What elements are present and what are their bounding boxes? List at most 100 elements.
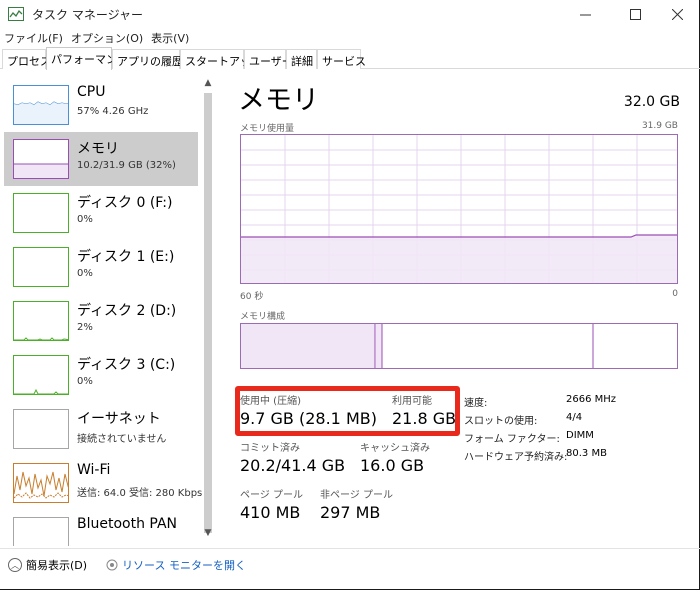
memory-usage-chart bbox=[241, 135, 677, 283]
disk-thumbnail-graph bbox=[13, 247, 69, 287]
sidebar-item-ethernet[interactable]: イーサネット 接続されていません bbox=[4, 402, 198, 456]
sidebar-item-bluetooth-pan[interactable]: Bluetooth PAN bbox=[4, 510, 198, 546]
sidebar-item-disk-1[interactable]: ディスク 1 (E:) 0% bbox=[4, 240, 198, 294]
sidebar-item-detail: 接続されていません bbox=[77, 434, 167, 445]
memory-composition-chart bbox=[241, 324, 594, 368]
sidebar-item-label: CPU bbox=[77, 84, 106, 100]
maximize-button[interactable] bbox=[612, 0, 658, 28]
hardware-reserved-value: 80.3 MB bbox=[566, 448, 607, 459]
cpu-mini-chart bbox=[14, 101, 68, 124]
menu-view[interactable]: 表示(V) bbox=[147, 28, 193, 48]
resource-monitor-label: リソース モニターを開く bbox=[122, 559, 246, 572]
sidebar-item-label: Bluetooth PAN bbox=[77, 516, 178, 532]
form-factor-value: DIMM bbox=[566, 430, 594, 441]
wifi-mini-chart bbox=[14, 471, 68, 499]
sidebar-item-memory[interactable]: メモリ 10.2/31.9 GB (32%) bbox=[4, 132, 198, 186]
task-manager-window: タスク マネージャー ファイル(F) オプション(O) 表示(V) プロセス パ… bbox=[0, 0, 700, 590]
wifi-thumbnail-graph bbox=[13, 463, 69, 503]
fewer-details-button[interactable]: ︿ 簡易表示(D) bbox=[8, 557, 87, 573]
scroll-thumb[interactable] bbox=[204, 93, 212, 533]
bluetooth-thumbnail-graph bbox=[13, 517, 69, 546]
sidebar-item-detail: 0% bbox=[77, 376, 93, 387]
composition-label: メモリ構成 bbox=[240, 312, 286, 322]
tab-app-history[interactable]: アプリの履歴 bbox=[112, 49, 183, 69]
sidebar-item-disk-2[interactable]: ディスク 2 (D:) 2% bbox=[4, 294, 198, 348]
paged-pool-label: ページ プール bbox=[240, 490, 303, 501]
page-title: メモリ bbox=[238, 85, 319, 116]
title-bar: タスク マネージャー bbox=[0, 0, 700, 28]
sidebar-item-detail: 0% bbox=[77, 268, 93, 279]
disk-mini-chart bbox=[14, 388, 68, 394]
speed-label: 速度: bbox=[464, 398, 488, 409]
sidebar-item-detail: 2% bbox=[77, 322, 93, 333]
memory-composition-bar bbox=[240, 323, 678, 369]
tab-services[interactable]: サービス bbox=[317, 49, 366, 69]
memory-detail-panel: メモリ 32.0 GB メモリ使用量 31.9 GB 60 秒 0 メモリ構成 … bbox=[224, 70, 694, 540]
sidebar-item-label: ディスク 3 (C:) bbox=[77, 357, 176, 373]
menu-file[interactable]: ファイル(F) bbox=[0, 28, 67, 48]
task-manager-icon bbox=[8, 7, 24, 21]
nonpaged-pool-label: 非ページ プール bbox=[320, 490, 393, 501]
sidebar-item-detail: 0% bbox=[77, 214, 93, 225]
sidebar-item-detail: 10.2/31.9 GB (32%) bbox=[77, 160, 176, 171]
tab-startup[interactable]: スタートアップ bbox=[180, 49, 262, 69]
graph-time-left: 60 秒 bbox=[240, 292, 264, 302]
committed-label: コミット済み bbox=[240, 443, 300, 454]
tab-processes[interactable]: プロセス bbox=[2, 49, 51, 69]
sidebar-item-label: Wi-Fi bbox=[77, 462, 111, 478]
disk-thumbnail-graph bbox=[13, 301, 69, 341]
paged-pool-value: 410 MB bbox=[240, 503, 301, 522]
scroll-down-arrow-icon[interactable]: ▼ bbox=[201, 528, 215, 542]
fewer-details-label: 簡易表示(D) bbox=[26, 559, 88, 572]
usage-graph-label: メモリ使用量 bbox=[240, 124, 295, 134]
tab-users[interactable]: ユーザー bbox=[244, 49, 293, 69]
slots-value: 4/4 bbox=[566, 412, 583, 423]
disk-thumbnail-graph bbox=[13, 193, 69, 233]
scroll-up-arrow-icon[interactable]: ▲ bbox=[201, 78, 215, 92]
sidebar-item-label: メモリ bbox=[77, 141, 119, 157]
resource-monitor-icon bbox=[106, 559, 118, 571]
menu-bar: ファイル(F) オプション(O) 表示(V) bbox=[0, 28, 193, 48]
disk-thumbnail-graph bbox=[13, 355, 69, 395]
menu-options[interactable]: オプション(O) bbox=[67, 28, 147, 48]
minimize-button[interactable] bbox=[562, 0, 608, 28]
tab-strip: プロセス パフォーマンス アプリの履歴 スタートアップ ユーザー 詳細 サービス bbox=[0, 47, 700, 70]
ethernet-thumbnail-graph bbox=[13, 409, 69, 449]
chevron-up-icon: ︿ bbox=[8, 558, 22, 572]
close-icon bbox=[671, 8, 683, 20]
maximize-icon bbox=[629, 8, 641, 20]
sidebar-item-disk-0[interactable]: ディスク 0 (F:) 0% bbox=[4, 186, 198, 240]
sidebar-item-label: ディスク 1 (E:) bbox=[77, 249, 175, 265]
footer-bar: ︿ 簡易表示(D) リソース モニターを開く bbox=[0, 548, 700, 578]
nonpaged-pool-value: 297 MB bbox=[320, 503, 381, 522]
tab-details[interactable]: 詳細 bbox=[286, 49, 317, 69]
memory-thumbnail-graph bbox=[13, 139, 69, 179]
sidebar-item-label: ディスク 0 (F:) bbox=[77, 195, 173, 211]
memory-usage-graph bbox=[240, 134, 678, 284]
minimize-icon bbox=[579, 14, 591, 15]
hardware-reserved-label: ハードウェア予約済み: bbox=[464, 452, 568, 463]
resource-monitor-link[interactable]: リソース モニターを開く bbox=[106, 557, 246, 573]
graph-time-right: 0 bbox=[672, 289, 678, 299]
cached-label: キャッシュ済み bbox=[360, 443, 430, 454]
usage-graph-max: 31.9 GB bbox=[641, 121, 678, 131]
sidebar-item-label: ディスク 2 (D:) bbox=[77, 303, 177, 319]
sidebar-item-cpu[interactable]: CPU 57% 4.26 GHz bbox=[4, 78, 198, 132]
close-button[interactable] bbox=[654, 0, 700, 28]
sidebar-item-label: イーサネット bbox=[77, 411, 161, 427]
sidebar-item-disk-3[interactable]: ディスク 3 (C:) 0% bbox=[4, 348, 198, 402]
speed-value: 2666 MHz bbox=[566, 394, 617, 405]
form-factor-label: フォーム ファクター: bbox=[464, 434, 560, 445]
sidebar-item-detail: 送信: 64.0 受信: 280 Kbps bbox=[77, 488, 203, 499]
total-memory: 32.0 GB bbox=[623, 94, 680, 110]
sidebar-item-detail: 57% 4.26 GHz bbox=[77, 106, 149, 117]
cached-value: 16.0 GB bbox=[360, 456, 425, 475]
cpu-thumbnail-graph bbox=[13, 85, 69, 125]
sidebar-scrollbar[interactable]: ▲ ▼ bbox=[201, 78, 215, 544]
committed-value: 20.2/41.4 GB bbox=[240, 456, 346, 475]
highlight-annotation-box bbox=[235, 386, 460, 436]
disk-mini-chart bbox=[14, 337, 68, 340]
memory-mini-chart bbox=[14, 163, 68, 178]
sidebar-item-wifi[interactable]: Wi-Fi 送信: 64.0 受信: 280 Kbps bbox=[4, 456, 202, 510]
tab-performance[interactable]: パフォーマンス bbox=[46, 47, 128, 70]
